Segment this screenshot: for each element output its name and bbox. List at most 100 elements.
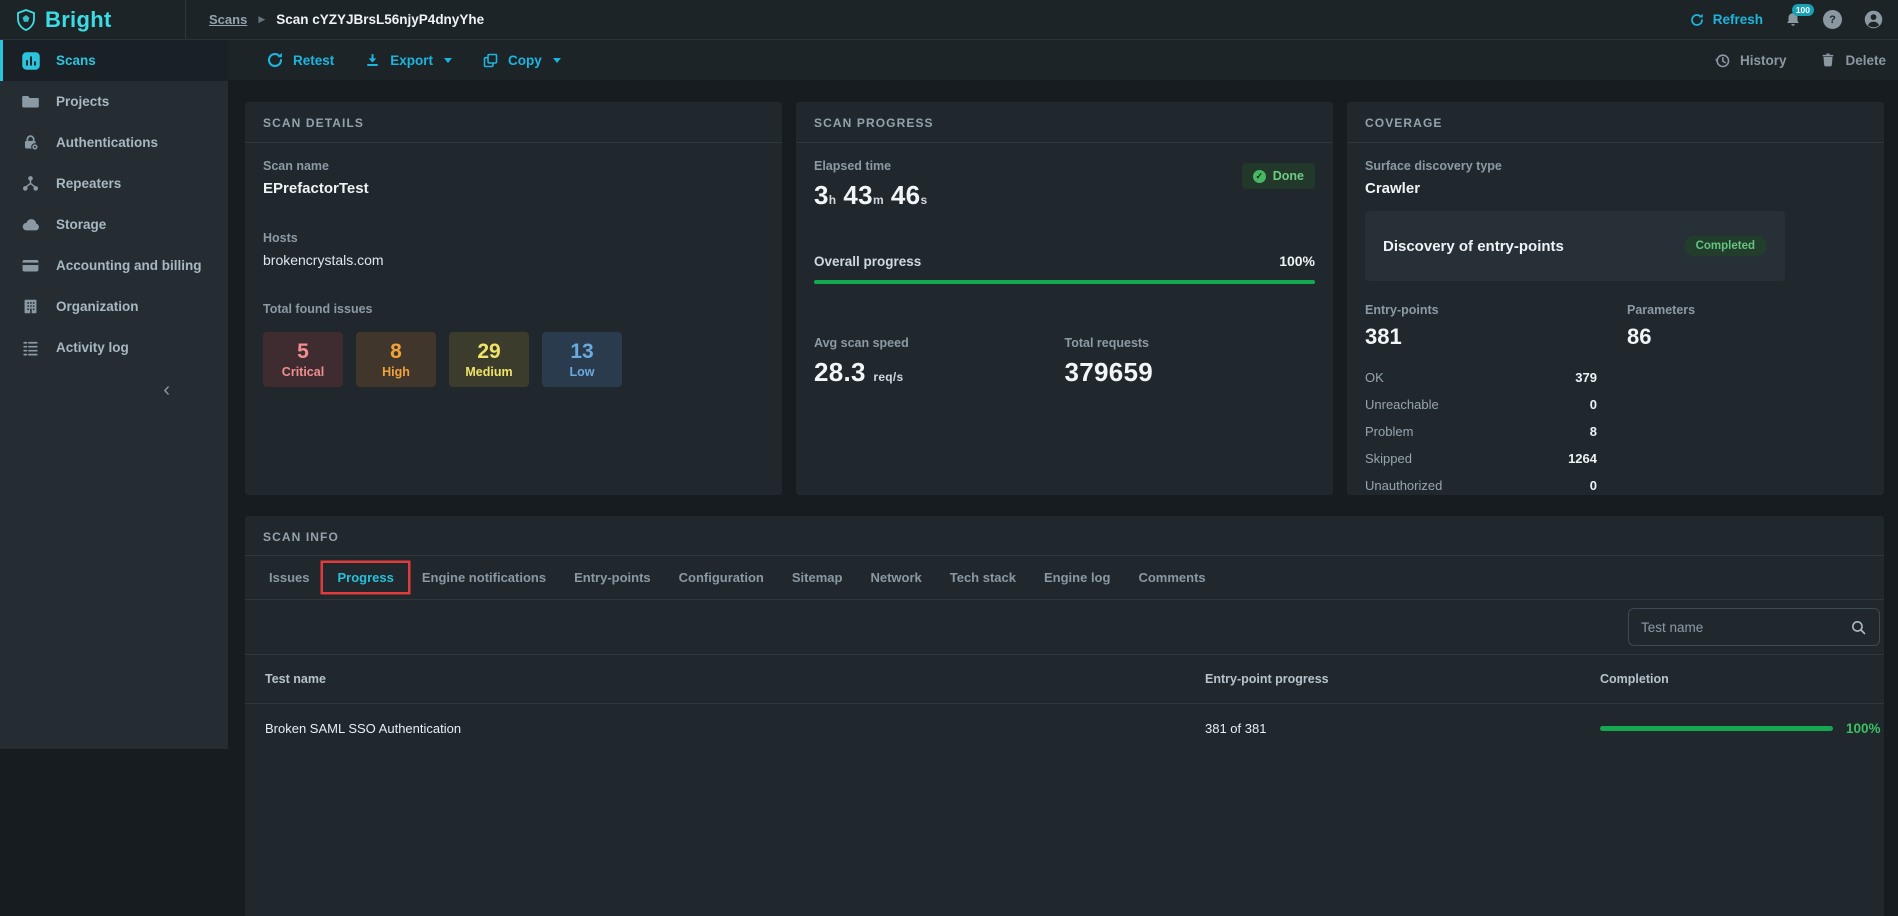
refresh-label: Refresh: [1712, 12, 1763, 27]
trash-icon: [1820, 52, 1836, 68]
sidebar-item-projects[interactable]: Projects: [0, 81, 228, 122]
sidebar-item-label: Projects: [56, 94, 110, 109]
total-found-issues-label: Total found issues: [263, 302, 373, 316]
history-clock-icon: [1714, 52, 1731, 69]
sidebar: Scans Projects Authentications Repeaters…: [0, 40, 228, 749]
completion-percent: 100%: [1846, 720, 1881, 736]
check-circle-icon: ✓: [1252, 169, 1266, 183]
notifications-button[interactable]: 100: [1784, 3, 1814, 29]
network-nodes-icon: [21, 174, 41, 193]
severity-badge-high: 8 High: [356, 332, 436, 388]
copy-label: Copy: [508, 52, 542, 68]
tab-entry-points[interactable]: Entry-points: [560, 563, 665, 592]
scan-progress-title: SCAN PROGRESS: [796, 102, 1333, 143]
top-bar: Bright Scans ▶ Scan cYZYJBrsL56njyP4dnyY…: [0, 0, 1898, 40]
tab-configuration[interactable]: Configuration: [665, 563, 778, 592]
scan-name-label: Scan name: [263, 159, 330, 173]
tab-sitemap[interactable]: Sitemap: [778, 563, 857, 592]
tab-engine-notifications[interactable]: Engine notifications: [408, 563, 560, 592]
brand-logo: Bright: [0, 0, 186, 39]
tab-network[interactable]: Network: [856, 563, 935, 592]
folder-icon: [21, 92, 41, 111]
sidebar-item-authentications[interactable]: Authentications: [0, 122, 228, 163]
scan-details-card: SCAN DETAILS Scan name EPrefactorTest Ho…: [245, 102, 782, 495]
sidebar-item-activity-log[interactable]: Activity log: [0, 327, 228, 368]
tab-tech-stack[interactable]: Tech stack: [936, 563, 1030, 592]
sidebar-item-repeaters[interactable]: Repeaters: [0, 163, 228, 204]
retest-label: Retest: [293, 52, 335, 68]
surface-discovery-type-value: Crawler: [1365, 180, 1421, 197]
test-name-search-input[interactable]: [1641, 619, 1842, 635]
history-button[interactable]: History: [1714, 52, 1787, 69]
test-name-search[interactable]: [1628, 608, 1880, 646]
topbar-actions: Refresh 100 ?: [1689, 3, 1898, 30]
breadcrumb-current: Scan cYZYJBrsL56njyP4dnyYhe: [276, 12, 485, 27]
tab-comments[interactable]: Comments: [1124, 563, 1219, 592]
sidebar-item-label: Scans: [56, 53, 96, 68]
download-icon: [364, 52, 381, 69]
credit-card-icon: [21, 256, 41, 275]
sidebar-item-label: Storage: [56, 217, 107, 232]
breadcrumb: Scans ▶ Scan cYZYJBrsL56njyP4dnyYhe: [209, 12, 484, 27]
copy-button[interactable]: Copy: [482, 52, 561, 69]
parameters-label: Parameters: [1627, 303, 1696, 317]
summary-cards: SCAN DETAILS Scan name EPrefactorTest Ho…: [245, 102, 1884, 495]
done-label: Done: [1272, 169, 1304, 183]
history-label: History: [1739, 52, 1787, 68]
sidebar-item-label: Accounting and billing: [56, 258, 202, 273]
bar-chart-icon: [21, 51, 41, 71]
hosts-label: Hosts: [263, 231, 298, 245]
lock-icon: [21, 133, 41, 152]
sidebar-item-storage[interactable]: Storage: [0, 204, 228, 245]
scan-name-value: EPrefactorTest: [263, 180, 369, 197]
total-requests-value: 379659: [1064, 357, 1154, 387]
question-mark-icon: ?: [1829, 13, 1836, 26]
breadcrumb-scans-link[interactable]: Scans: [209, 12, 247, 27]
help-button[interactable]: ?: [1823, 10, 1842, 29]
export-button[interactable]: Export: [364, 52, 453, 69]
parameters-value: 86: [1627, 324, 1652, 349]
tab-issues[interactable]: Issues: [255, 563, 323, 592]
sidebar-item-accounting[interactable]: Accounting and billing: [0, 245, 228, 286]
sidebar-item-scans[interactable]: Scans: [0, 40, 228, 81]
scan-progress-card: SCAN PROGRESS Elapsed time 3h 43m 46s ✓ Do…: [796, 102, 1333, 495]
building-icon: [21, 297, 41, 316]
search-icon[interactable]: [1850, 619, 1867, 636]
sidebar-item-label: Authentications: [56, 135, 159, 150]
cell-test-name: Broken SAML SSO Authentication: [265, 720, 462, 736]
shield-logo-icon: [14, 8, 38, 32]
severity-badges: 5 Critical 8 High 29 Medium 13 Low: [263, 332, 764, 388]
tab-engine-log[interactable]: Engine log: [1030, 563, 1124, 592]
stat-row-ok: OK 379: [1365, 370, 1597, 385]
entry-points-value: 381: [1365, 324, 1402, 349]
delete-label: Delete: [1845, 52, 1886, 68]
sidebar-item-label: Organization: [56, 299, 139, 314]
overall-progress-bar: [814, 280, 1315, 284]
status-badge-done: ✓ Done: [1241, 163, 1315, 189]
refresh-button[interactable]: Refresh: [1689, 12, 1763, 28]
main-content: Retest Export Copy History Delete SCAN D…: [228, 40, 1898, 916]
low-label: Low: [569, 365, 595, 380]
delete-button[interactable]: Delete: [1820, 52, 1886, 69]
scan-info-tabs: Issues Progress Engine notifications Ent…: [245, 556, 1884, 600]
tab-progress[interactable]: Progress: [323, 563, 407, 592]
total-requests-label: Total requests: [1064, 336, 1150, 350]
overall-progress-value: 100%: [1279, 253, 1315, 269]
overall-progress-label: Overall progress: [814, 254, 922, 269]
scan-info-title: SCAN INFO: [245, 516, 1884, 556]
table-row[interactable]: Broken SAML SSO Authentication 381 of 38…: [245, 704, 1884, 752]
table-filter-row: [245, 600, 1884, 655]
sidebar-item-label: Repeaters: [56, 176, 122, 191]
sidebar-item-organization[interactable]: Organization: [0, 286, 228, 327]
surface-discovery-type-label: Surface discovery type: [1365, 159, 1502, 173]
toolbar-right: History Delete: [1714, 52, 1886, 69]
cell-completion: 100%: [1600, 721, 1891, 736]
scan-details-title: SCAN DETAILS: [245, 102, 782, 143]
entry-point-stats: OK 379 Unreachable 0 Problem 8 Skipped 1…: [1365, 364, 1597, 499]
avg-scan-speed-label: Avg scan speed: [814, 336, 909, 350]
copy-icon: [482, 52, 499, 69]
user-avatar[interactable]: [1863, 9, 1884, 30]
sidebar-collapse-button[interactable]: ‹: [0, 370, 228, 411]
retest-button[interactable]: Retest: [266, 51, 334, 69]
coverage-card: COVERAGE Surface discovery type Crawler …: [1347, 102, 1884, 495]
